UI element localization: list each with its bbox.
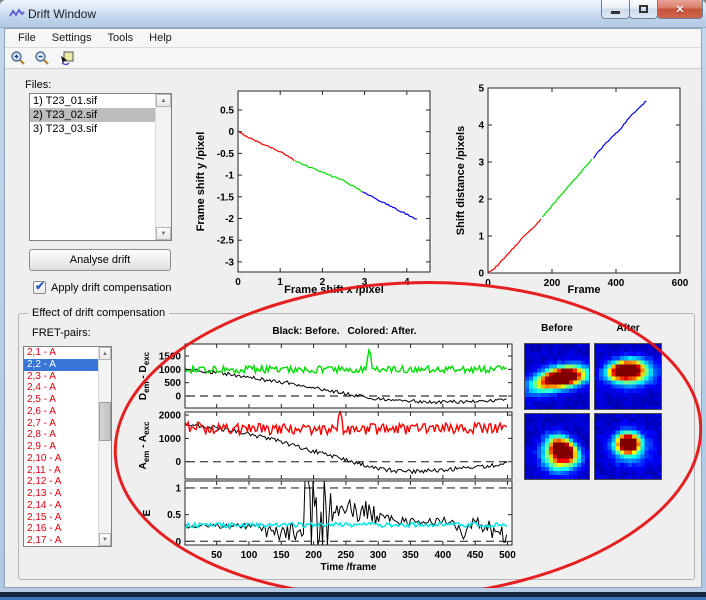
zoom-out-icon[interactable] — [34, 50, 51, 67]
heatmap-donor-after — [594, 343, 662, 410]
file-item[interactable]: 2) T23_02.sif — [30, 108, 156, 122]
fret-pair-item[interactable]: 2,12 - A — [24, 476, 98, 488]
restore-button[interactable] — [629, 0, 658, 19]
fret-pair-item[interactable]: 2,8 - A — [24, 429, 98, 441]
heatmap-acceptor-after — [594, 413, 662, 480]
checkmark-icon: ✔ — [35, 279, 46, 293]
scroll-up-icon[interactable]: ▲ — [99, 347, 111, 360]
window-border-right — [702, 28, 706, 592]
fret-pair-item[interactable]: 2,2 - A — [24, 358, 98, 371]
fret-scrollbar-thumb[interactable] — [99, 402, 111, 441]
fret-pair-item[interactable]: 2,9 - A — [24, 441, 98, 453]
toolbar — [5, 48, 701, 69]
scroll-up-icon[interactable]: ▲ — [156, 94, 171, 107]
fret-pair-item[interactable]: 2,6 - A — [24, 406, 98, 418]
fret-pair-item[interactable]: 2,7 - A — [24, 418, 98, 430]
fret-scrollbar[interactable]: ▲ ▼ — [98, 347, 111, 546]
fret-pair-item[interactable]: 2,17 - A — [24, 535, 98, 546]
apply-drift-label: Apply drift compensation — [51, 282, 172, 294]
close-button[interactable]: ✕ — [657, 0, 703, 19]
files-listbox[interactable]: 1) T23_01.sif 2) T23_02.sif 3) T23_03.sif … — [29, 93, 172, 241]
window-title: Drift Window — [28, 7, 97, 21]
analyse-drift-button[interactable]: Analyse drift — [29, 249, 171, 271]
menu-item-settings[interactable]: Settings — [44, 30, 100, 46]
menubar: File Settings Tools Help — [5, 29, 701, 48]
fret-pair-item[interactable]: 2,1 - A — [24, 347, 98, 359]
zoom-in-icon[interactable] — [10, 50, 27, 67]
app-icon — [9, 6, 25, 22]
datatip-icon[interactable] — [58, 50, 75, 67]
heatmap-donor-before — [524, 343, 590, 410]
fret-pair-item[interactable]: 2,13 - A — [24, 488, 98, 500]
heatmap-acceptor-before — [524, 413, 590, 480]
drift-window: Drift Window ✕ FileSettingsToolsHelp — [0, 0, 706, 600]
fret-pair-item[interactable]: 2,14 - A — [24, 500, 98, 512]
restore-icon — [639, 5, 648, 13]
files-scrollbar[interactable]: ▲ ▼ — [155, 94, 171, 240]
fret-pairs-label: FRET-pairs: — [32, 327, 91, 339]
files-label: Files: — [25, 79, 52, 91]
fret-pair-item[interactable]: 2,4 - A — [24, 382, 98, 394]
fret-pair-item[interactable]: 2,10 - A — [24, 453, 98, 465]
close-icon: ✕ — [675, 3, 685, 16]
scroll-down-icon[interactable]: ▼ — [156, 227, 171, 240]
minimize-button[interactable] — [601, 0, 630, 19]
effect-group-label: Effect of drift compensation — [28, 307, 170, 319]
window-border-left — [0, 28, 4, 592]
heatmap-after-label: After — [616, 323, 640, 334]
apply-drift-checkbox[interactable]: ✔ — [33, 279, 46, 294]
titlebar[interactable]: Drift Window ✕ — [0, 0, 706, 28]
fret-pair-item[interactable]: 2,15 - A — [24, 512, 98, 524]
fret-pairs-listbox[interactable]: 2,1 - A 2,2 - A 2,3 - A 2,4 - A 2,5 - A 2,6 -… — [23, 346, 112, 547]
menu-item-file[interactable]: File — [10, 30, 44, 46]
fret-pair-item[interactable]: 2,3 - A — [24, 371, 98, 383]
minimize-icon — [611, 11, 620, 14]
file-item[interactable]: 3) T23_03.sif — [30, 122, 156, 136]
fret-pair-item[interactable]: 2,5 - A — [24, 394, 98, 406]
menu-item-help[interactable]: Help — [141, 30, 180, 46]
fret-pair-item[interactable]: 2,11 - A — [24, 465, 98, 477]
scroll-down-icon[interactable]: ▼ — [99, 533, 111, 546]
fret-pair-item[interactable]: 2,16 - A — [24, 523, 98, 535]
file-item[interactable]: 1) T23_01.sif — [30, 94, 156, 108]
menu-item-tools[interactable]: Tools — [99, 30, 141, 46]
heatmap-before-label: Before — [541, 323, 573, 334]
files-list: 1) T23_01.sif 2) T23_02.sif 3) T23_03.sif — [30, 94, 171, 136]
